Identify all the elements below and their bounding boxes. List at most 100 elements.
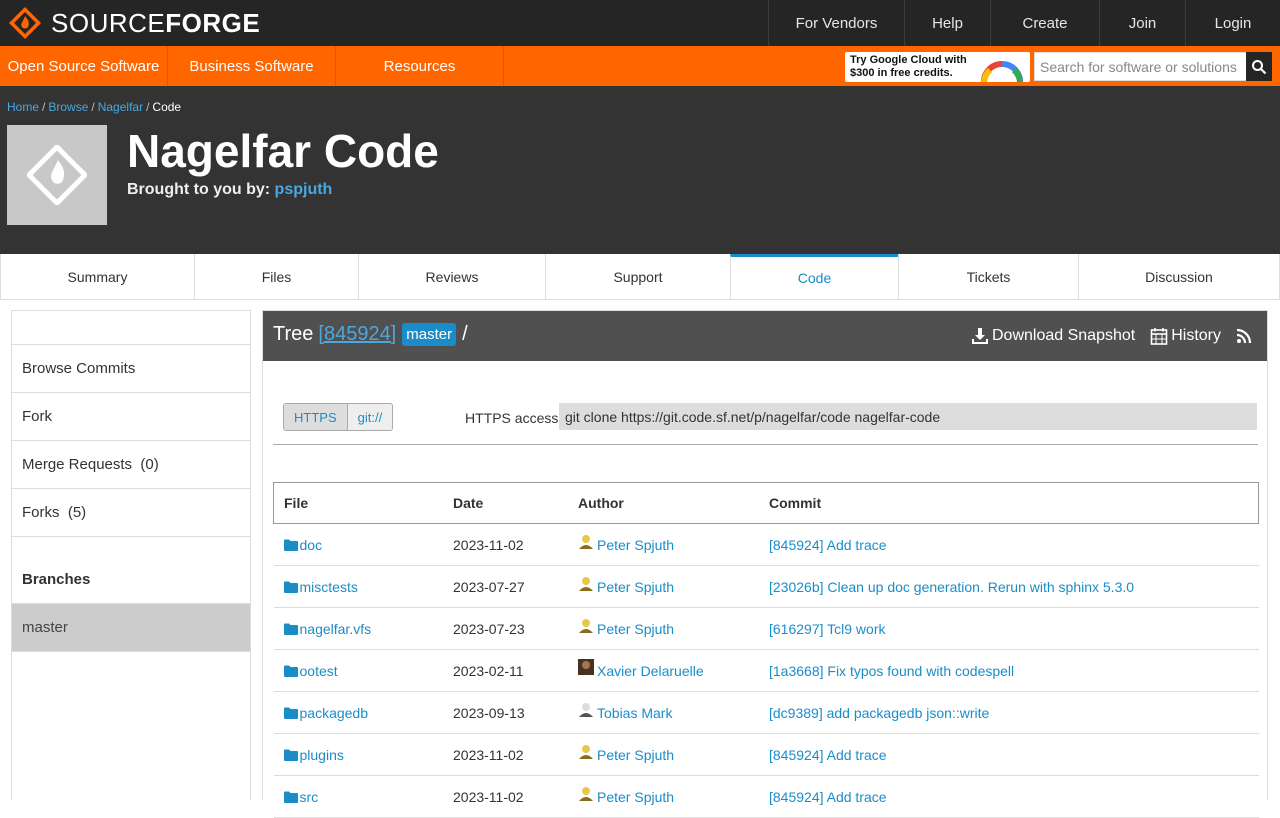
commit-link[interactable]: [23026b] Clean up doc generation. Rerun … (769, 579, 1134, 595)
download-snapshot-button[interactable]: Download Snapshot (971, 327, 1135, 345)
folder-link[interactable]: doc (283, 536, 444, 553)
folder-link[interactable]: nagelfar.vfs (283, 620, 444, 637)
search-icon (1252, 59, 1267, 74)
commit-cell: [23026b] Clean up doc generation. Rerun … (759, 565, 1259, 608)
top-nav-for-vendors[interactable]: For Vendors (768, 0, 904, 46)
tab-code[interactable]: Code (730, 254, 898, 299)
folder-link[interactable]: plugins (283, 747, 444, 763)
top-nav-create[interactable]: Create (990, 0, 1099, 46)
folder-link[interactable]: packagedb (283, 704, 444, 721)
breadcrumb-home[interactable]: Home (7, 100, 39, 114)
top-nav-help[interactable]: Help (904, 0, 990, 46)
folder-name: doc (299, 536, 323, 553)
google-cloud-ad[interactable]: Try Google Cloud with $300 in free credit… (845, 52, 1030, 82)
project-header: Home / Browse / Nagelfar / Code Nagelfar Code … (0, 86, 1280, 254)
author-link[interactable]: Peter Spjuth (597, 621, 674, 637)
clone-git-option[interactable]: git:// (347, 404, 393, 430)
file-cell: misctests (273, 565, 444, 608)
search-button[interactable] (1246, 52, 1272, 81)
sourceforge-logo-icon (9, 7, 41, 39)
code-browser: Tree [845924] master / Download Snapshot… (262, 310, 1268, 818)
clone-protocol-toggle: HTTPS git:// (283, 403, 394, 431)
clone-command-field[interactable] (559, 403, 1257, 430)
nav-open-source-software[interactable]: Open Source Software (0, 46, 168, 86)
rss-icon (1236, 328, 1252, 344)
file-table: File Date Author Commit doc 2023-11-02 Pet… (273, 482, 1259, 818)
author-avatar-icon (578, 700, 594, 717)
folder-icon (283, 749, 298, 761)
table-row: packagedb 2023-09-13 Tobias Mark [dc9389] a… (273, 691, 1259, 734)
breadcrumb-separator: / (91, 100, 95, 114)
date-cell: 2023-02-11 (443, 649, 568, 692)
date-cell: 2023-11-02 (443, 733, 568, 776)
brought-label: Brought to you by: (127, 181, 271, 198)
sidebar-branch-master[interactable]: master (12, 604, 250, 652)
author-link[interactable]: Peter Spjuth (597, 579, 674, 595)
sidebar-item-fork[interactable]: Fork (12, 393, 250, 441)
author-link[interactable]: Peter Spjuth (597, 747, 674, 763)
commit-link[interactable]: [845924] Add trace (769, 537, 887, 553)
folder-link[interactable]: ootest (283, 662, 444, 679)
search-input[interactable] (1035, 53, 1252, 80)
sidebar-item-forks[interactable]: Forks (5) (12, 489, 250, 537)
author-cell: Peter Spjuth (568, 523, 759, 566)
clone-https-option[interactable]: HTTPS (284, 404, 348, 430)
history-button[interactable]: History (1150, 327, 1221, 345)
column-header-commit: Commit (759, 482, 1259, 524)
folder-name: packagedb (299, 704, 369, 721)
rss-feed-button[interactable] (1236, 328, 1255, 344)
author-cell: Tobias Mark (568, 691, 759, 734)
column-header-author: Author (568, 482, 759, 524)
branch-badge[interactable]: master (402, 323, 457, 346)
author-link[interactable]: Tobias Mark (597, 705, 672, 721)
author-cell: Peter Spjuth (568, 775, 759, 818)
breadcrumb-browse[interactable]: Browse (48, 100, 88, 114)
folder-name: nagelfar.vfs (299, 620, 372, 637)
sidebar-item-browse-commits[interactable]: Browse Commits (12, 345, 250, 393)
commit-cell: [845924] Add trace (759, 733, 1259, 776)
tab-tickets[interactable]: Tickets (898, 254, 1078, 299)
commit-link[interactable]: [845924] Add trace (769, 789, 887, 805)
wordmark-source: SOURCE (51, 7, 166, 38)
commit-cell: [845924] Add trace (759, 775, 1259, 818)
file-cell: packagedb (273, 691, 444, 734)
folder-icon (283, 623, 298, 635)
folder-link[interactable]: misctests (283, 579, 444, 595)
folder-name: ootest (299, 662, 338, 679)
brought-to-you-by: Brought to you by: pspjuth (127, 181, 332, 199)
nav-resources[interactable]: Resources (336, 46, 504, 86)
breadcrumb-separator: / (42, 100, 46, 114)
file-cell: src (273, 775, 444, 818)
author-link[interactable]: Peter Spjuth (597, 789, 674, 805)
folder-link[interactable]: src (283, 789, 444, 805)
author-avatar-icon (578, 532, 594, 549)
commit-link[interactable]: [1a3668] Fix typos found with codespell (769, 663, 1014, 679)
ad-line-2: $300 in free credits. (850, 67, 953, 79)
breadcrumb-separator: / (146, 100, 150, 114)
tab-files[interactable]: Files (194, 254, 358, 299)
top-nav-login[interactable]: Login (1185, 0, 1280, 46)
author-avatar-icon (578, 658, 594, 675)
sourceforge-logo[interactable]: SOURCEFORGE (8, 6, 260, 40)
project-author-link[interactable]: pspjuth (275, 181, 333, 198)
breadcrumb-nagelfar[interactable]: Nagelfar (98, 100, 143, 114)
file-table-body: doc 2023-11-02 Peter Spjuth [845924] Add tr… (273, 523, 1259, 818)
top-nav-join[interactable]: Join (1099, 0, 1185, 46)
table-row: misctests 2023-07-27 Peter Spjuth [23026b] … (273, 565, 1259, 608)
author-avatar-icon (578, 616, 594, 633)
date-cell: 2023-07-27 (443, 565, 568, 608)
tab-support[interactable]: Support (545, 254, 730, 299)
folder-icon (283, 539, 298, 551)
tab-summary[interactable]: Summary (0, 254, 194, 299)
commit-link[interactable]: [845924] Add trace (769, 747, 887, 763)
tab-reviews[interactable]: Reviews (358, 254, 545, 299)
author-link[interactable]: Xavier Delaruelle (597, 663, 704, 679)
commit-link[interactable]: [dc9389] add packagedb json::write (769, 705, 989, 721)
tree-commit-link[interactable]: [845924] (318, 323, 396, 346)
ad-line-1: Try Google Cloud with (850, 54, 967, 66)
nav-business-software[interactable]: Business Software (168, 46, 336, 86)
sidebar-item-merge-requests[interactable]: Merge Requests (0) (12, 441, 250, 489)
commit-link[interactable]: [616297] Tcl9 work (769, 621, 885, 637)
author-link[interactable]: Peter Spjuth (597, 537, 674, 553)
tab-discussion[interactable]: Discussion (1078, 254, 1280, 299)
